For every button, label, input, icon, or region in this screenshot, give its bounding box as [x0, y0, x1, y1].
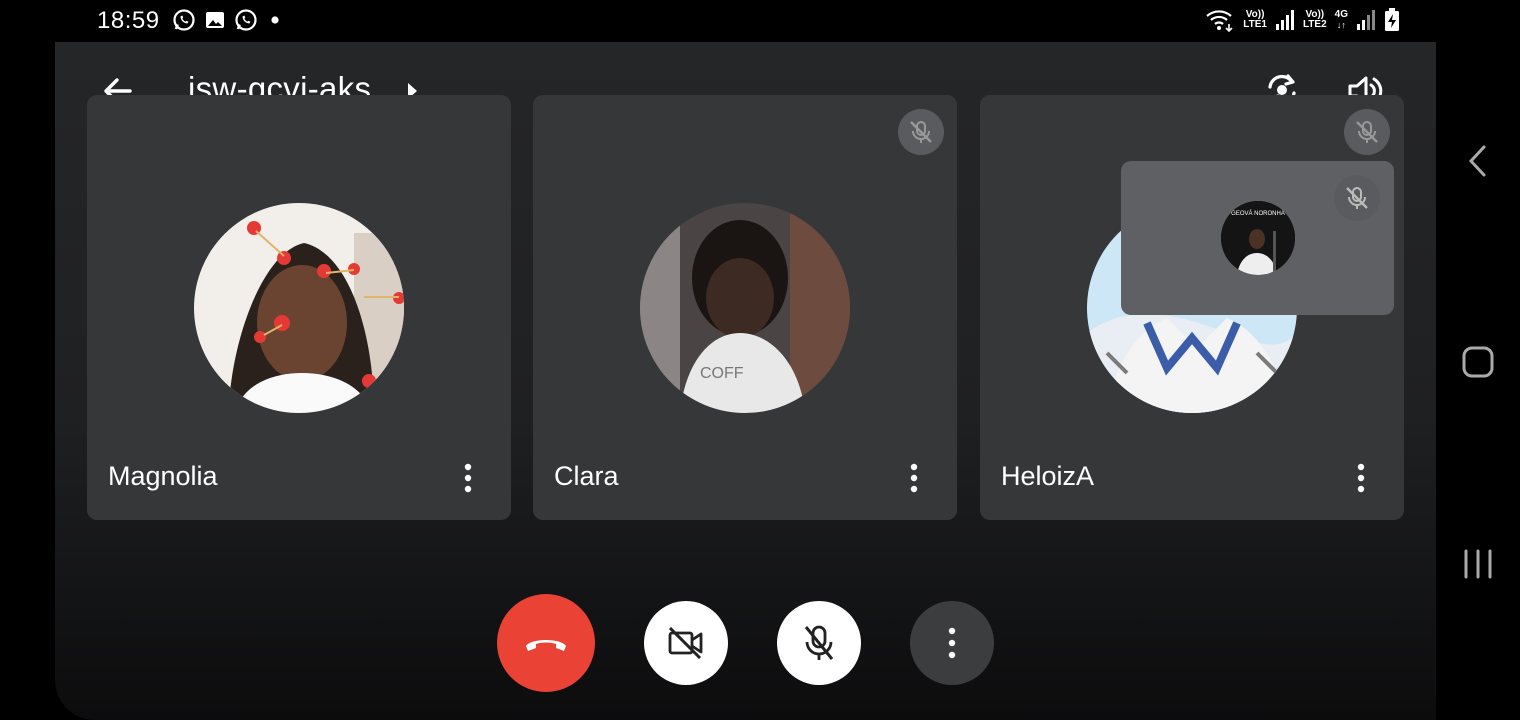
camera-toggle-button[interactable]	[644, 601, 728, 685]
more-options-button[interactable]	[910, 601, 994, 685]
mic-off-icon	[1356, 121, 1378, 143]
sim2-label: Vo)) LTE2	[1302, 9, 1327, 30]
mic-off-icon	[1346, 187, 1368, 209]
avatar	[194, 203, 404, 413]
status-bar: 18:59 Vo)) LTE1 Vo)) LTE2 4G ↓↑	[0, 0, 1436, 42]
self-view-tile[interactable]: GEOVÁ NORONHA	[1121, 161, 1394, 315]
camera-off-icon	[668, 626, 703, 660]
mic-off-badge	[1334, 175, 1380, 221]
participant-tile[interactable]: COFF Clara	[533, 95, 957, 520]
gallery-icon	[206, 12, 224, 28]
sim1-label: Vo)) LTE1	[1243, 9, 1267, 30]
network-type: 4G ↓↑	[1334, 9, 1348, 31]
notification-icons	[172, 8, 284, 32]
wifi-icon	[1206, 10, 1233, 32]
whatsapp-icon	[173, 9, 195, 31]
system-status-icons: Vo)) LTE1 Vo)) LTE2 4G ↓↑	[1205, 8, 1400, 32]
participant-name: HeloizA	[1001, 461, 1095, 491]
mic-off-badge	[898, 109, 944, 155]
hang-up-icon	[526, 640, 566, 651]
more-vert-icon[interactable]	[455, 461, 481, 495]
whatsapp-icon	[235, 9, 257, 31]
end-call-button[interactable]	[497, 594, 595, 692]
mic-off-icon	[910, 121, 932, 143]
battery-charging-icon	[1385, 8, 1399, 31]
signal-icon	[1357, 10, 1375, 30]
nav-home-icon[interactable]	[1461, 345, 1495, 379]
avatar: COFF	[640, 203, 850, 413]
nav-back-icon[interactable]	[1464, 144, 1492, 178]
mic-off-badge	[1344, 109, 1390, 155]
mic-off-icon	[804, 625, 834, 660]
signal-icon	[1275, 10, 1294, 30]
avatar-caption: GEOVÁ NORONHA	[1231, 211, 1285, 217]
mic-toggle-button[interactable]	[777, 601, 861, 685]
self-avatar: GEOVÁ NORONHA	[1221, 201, 1295, 275]
more-vert-icon[interactable]	[1348, 461, 1374, 495]
more-vert-icon[interactable]	[901, 461, 927, 495]
more-vert-icon	[948, 627, 956, 659]
dot-icon	[271, 16, 279, 24]
participant-tile[interactable]: Magnolia	[87, 95, 511, 520]
svg-text:COFF: COFF	[700, 365, 744, 382]
status-time: 18:59	[97, 7, 160, 34]
participant-name: Magnolia	[108, 461, 218, 491]
participant-name: Clara	[554, 461, 619, 491]
nav-recents-icon[interactable]	[1462, 547, 1494, 581]
